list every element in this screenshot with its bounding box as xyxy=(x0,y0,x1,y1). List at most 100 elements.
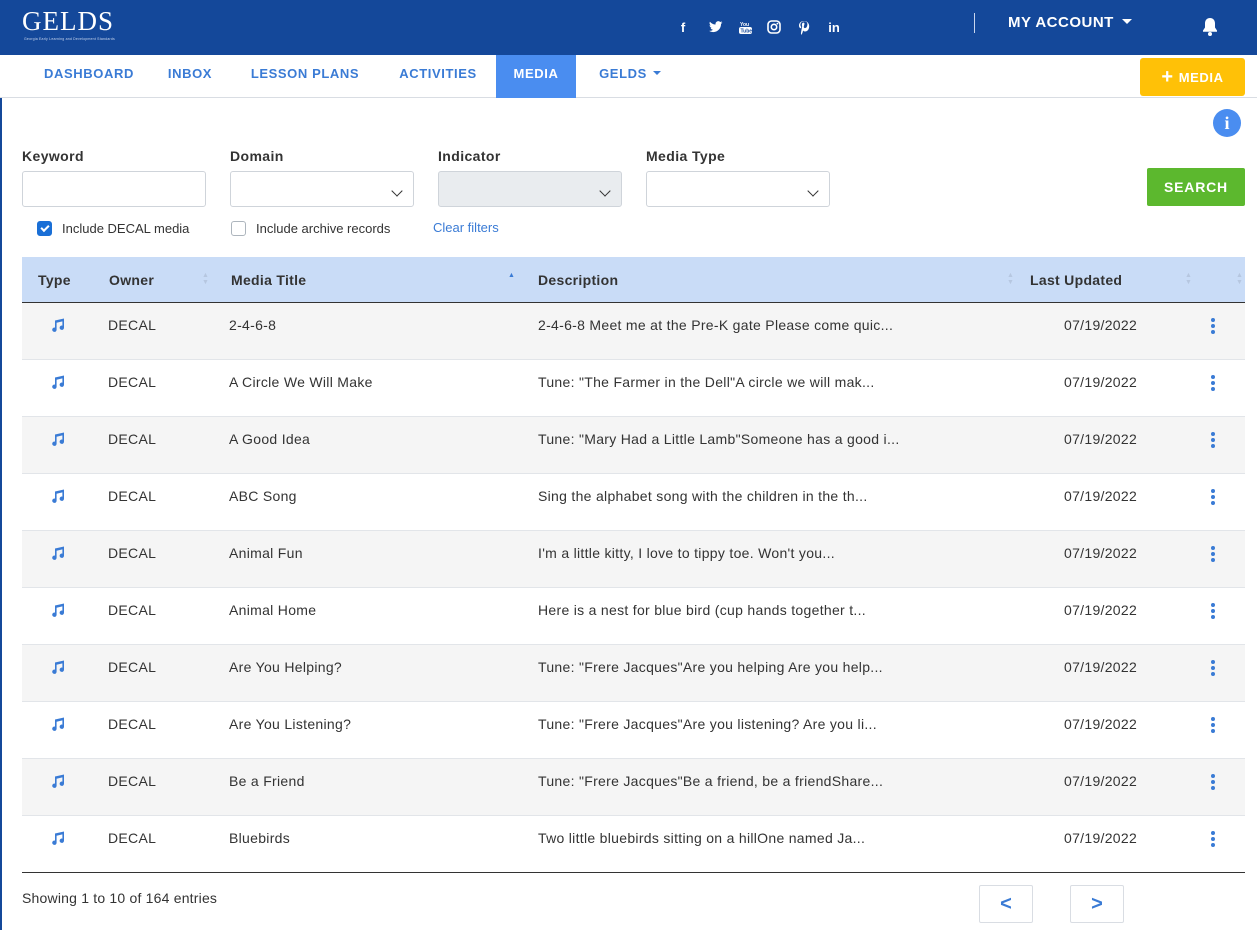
media-title-cell[interactable]: Animal Fun xyxy=(229,531,303,588)
last-updated-cell: 07/19/2022 xyxy=(1064,374,1138,390)
search-button[interactable]: SEARCH xyxy=(1147,168,1245,206)
previous-page-button[interactable]: < xyxy=(979,885,1033,923)
media-type-label: Media Type xyxy=(646,148,726,164)
nav-lesson-plans[interactable]: LESSON PLANS xyxy=(236,55,374,98)
column-last-updated[interactable]: Last Updated xyxy=(1030,257,1122,303)
chevron-down-icon xyxy=(1121,18,1132,24)
last-updated-cell: 07/19/2022 xyxy=(1064,716,1138,732)
nav-inbox[interactable]: INBOX xyxy=(155,55,225,98)
column-description[interactable]: Description xyxy=(538,257,618,303)
more-options-icon[interactable] xyxy=(1210,432,1216,448)
music-note-icon[interactable] xyxy=(50,716,66,732)
instagram-icon[interactable] xyxy=(760,13,788,41)
table-row[interactable]: DECAL A Circle We Will Make Tune: "The Far… xyxy=(22,360,1245,417)
music-note-icon[interactable] xyxy=(50,659,66,675)
sort-icon: ▲ ▼ xyxy=(1007,272,1014,286)
more-options-icon[interactable] xyxy=(1210,774,1216,790)
bell-icon[interactable] xyxy=(1200,16,1220,38)
last-updated-cell: 07/19/2022 xyxy=(1064,488,1138,504)
music-note-icon[interactable] xyxy=(50,773,66,789)
facebook-icon[interactable]: f xyxy=(669,13,697,41)
description-cell: Two little bluebirds sitting on a hillOn… xyxy=(538,830,866,846)
table-row[interactable]: DECAL Are You Helping? Tune: "Frere Jacque… xyxy=(22,645,1245,702)
media-title-cell[interactable]: A Good Idea xyxy=(229,417,310,474)
include-decal-checkbox[interactable]: Include DECAL media xyxy=(37,219,189,237)
youtube-icon[interactable]: You Tube xyxy=(731,13,759,41)
twitter-glyph xyxy=(709,21,723,33)
music-note-icon[interactable] xyxy=(50,545,66,561)
linkedin-icon[interactable]: in xyxy=(820,13,848,41)
twitter-icon[interactable] xyxy=(702,13,730,41)
header-divider xyxy=(974,13,975,33)
media-title-cell[interactable]: Animal Home xyxy=(229,588,316,645)
owner-cell: DECAL xyxy=(108,374,157,390)
table-row[interactable]: DECAL ABC Song Sing the alphabet song with… xyxy=(22,474,1245,531)
media-title-cell[interactable]: Bluebirds xyxy=(229,816,290,873)
include-archive-checkbox[interactable]: Include archive records xyxy=(231,219,390,237)
table-row[interactable]: DECAL Be a Friend Tune: "Frere Jacques"Be … xyxy=(22,759,1245,816)
pinterest-icon[interactable] xyxy=(790,13,818,41)
owner-cell: DECAL xyxy=(108,431,157,447)
info-icon[interactable]: i xyxy=(1213,109,1241,137)
table-row[interactable]: DECAL Bluebirds Two little bluebirds sitti… xyxy=(22,816,1245,873)
music-note-icon[interactable] xyxy=(50,830,66,846)
media-title-cell[interactable]: 2-4-6-8 xyxy=(229,303,276,360)
table-row[interactable]: DECAL Animal Home Here is a nest for blue … xyxy=(22,588,1245,645)
media-title-cell[interactable]: ABC Song xyxy=(229,474,297,531)
table-row[interactable]: DECAL 2-4-6-8 2-4-6-8 Meet me at the Pre-K… xyxy=(22,303,1245,360)
owner-cell: DECAL xyxy=(108,545,157,561)
more-options-icon[interactable] xyxy=(1210,375,1216,391)
pagination-info: Showing 1 to 10 of 164 entries xyxy=(22,890,218,906)
domain-select[interactable] xyxy=(230,171,414,207)
music-note-icon[interactable] xyxy=(50,431,66,447)
music-note-icon[interactable] xyxy=(50,488,66,504)
add-media-label: MEDIA xyxy=(1178,69,1224,85)
music-note-icon[interactable] xyxy=(50,374,66,390)
logo-tagline: Georgia Early Learning and Development S… xyxy=(24,37,115,41)
more-options-icon[interactable] xyxy=(1210,831,1216,847)
media-title-cell[interactable]: Are You Listening? xyxy=(229,702,351,759)
keyword-label: Keyword xyxy=(22,148,84,164)
nav-gelds[interactable]: GELDS xyxy=(586,55,674,98)
more-options-icon[interactable] xyxy=(1210,318,1216,334)
table-row[interactable]: DECAL Are You Listening? Tune: "Frere Jacq… xyxy=(22,702,1245,759)
more-options-icon[interactable] xyxy=(1210,717,1216,733)
music-note-icon[interactable] xyxy=(50,602,66,618)
media-title-cell[interactable]: Are You Helping? xyxy=(229,645,342,702)
table-row[interactable]: DECAL Animal Fun I'm a little kitty, I lov… xyxy=(22,531,1245,588)
description-cell: Tune: "The Farmer in the Dell"A circle w… xyxy=(538,374,875,390)
indicator-label: Indicator xyxy=(438,148,501,164)
nav-gelds-label: GELDS xyxy=(599,66,647,81)
media-title-cell[interactable]: A Circle We Will Make xyxy=(229,360,373,417)
nav-media[interactable]: MEDIA xyxy=(496,55,576,98)
last-updated-cell: 07/19/2022 xyxy=(1064,431,1138,447)
keyword-input[interactable] xyxy=(22,171,206,207)
more-options-icon[interactable] xyxy=(1210,603,1216,619)
next-page-button[interactable]: > xyxy=(1070,885,1124,923)
description-cell: Tune: "Frere Jacques"Are you helping Are… xyxy=(538,659,883,675)
owner-cell: DECAL xyxy=(108,488,157,504)
media-type-select[interactable] xyxy=(646,171,830,207)
checkbox-unchecked-icon[interactable] xyxy=(231,220,246,236)
more-options-icon[interactable] xyxy=(1210,546,1216,562)
my-account-menu[interactable]: MY ACCOUNT xyxy=(1008,14,1132,31)
column-type[interactable]: Type xyxy=(38,257,71,303)
nav-dashboard[interactable]: DASHBOARD xyxy=(30,55,148,98)
table-row[interactable]: DECAL A Good Idea Tune: "Mary Had a Little… xyxy=(22,417,1245,474)
owner-cell: DECAL xyxy=(108,602,157,618)
nav-activities[interactable]: ACTIVITIES xyxy=(388,55,488,98)
column-media-title[interactable]: Media Title xyxy=(231,257,306,303)
music-note-icon[interactable] xyxy=(50,317,66,333)
clear-filters-link[interactable]: Clear filters xyxy=(433,220,499,235)
owner-cell: DECAL xyxy=(108,716,157,732)
column-owner[interactable]: Owner xyxy=(109,257,154,303)
checkbox-checked-icon[interactable] xyxy=(37,220,52,236)
sort-icon: ▲ ▼ xyxy=(202,272,209,286)
more-options-icon[interactable] xyxy=(1210,489,1216,505)
table-header: Type Owner ▲ ▼ Media Title ▲ ▼ Description… xyxy=(22,257,1245,303)
gelds-logo[interactable]: GELDS xyxy=(22,6,114,36)
add-media-button[interactable]: + MEDIA xyxy=(1140,58,1245,96)
indicator-select[interactable] xyxy=(438,171,622,207)
media-title-cell[interactable]: Be a Friend xyxy=(229,759,305,816)
more-options-icon[interactable] xyxy=(1210,660,1216,676)
